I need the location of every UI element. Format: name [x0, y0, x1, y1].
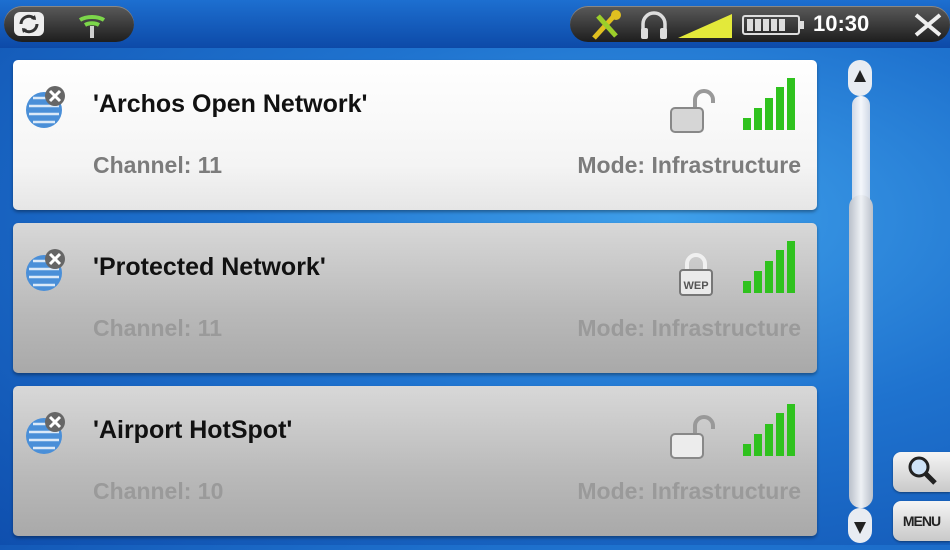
network-row-archos-open[interactable]: 'Archos Open Network' Channel: 11 Mode: …	[13, 60, 817, 210]
network-name: 'Protected Network'	[93, 253, 326, 281]
menu-label: MENU	[902, 513, 941, 529]
battery-icon	[742, 12, 806, 38]
network-mode: Mode: Infrastructure	[577, 478, 801, 504]
network-channel: Channel: 11	[93, 315, 223, 341]
search-icon	[905, 454, 939, 491]
network-channel: Channel: 10	[93, 478, 224, 504]
signal-strength-icon	[741, 402, 797, 458]
network-list: 'Archos Open Network' Channel: 11 Mode: …	[13, 60, 817, 549]
status-bar: 10:30	[0, 0, 950, 48]
network-mode: Mode: Infrastructure	[577, 152, 801, 178]
sync-icon[interactable]	[12, 10, 46, 38]
scrollbar-thumb[interactable]	[849, 195, 873, 508]
settings-tools-icon[interactable]	[588, 8, 626, 42]
signal-strength-icon	[741, 76, 797, 132]
headphones-icon	[638, 8, 670, 42]
network-disconnected-icon	[23, 410, 69, 456]
unlocked-padlock-icon	[669, 88, 719, 134]
scroll-up-button[interactable]	[845, 58, 875, 98]
network-disconnected-icon	[23, 84, 69, 130]
wep-label: WEP	[683, 280, 708, 292]
network-name: 'Archos Open Network'	[93, 90, 368, 118]
search-button[interactable]	[893, 452, 950, 492]
network-row-protected[interactable]: 'Protected Network' Channel: 11 Mode: In…	[13, 223, 817, 373]
scroll-down-button[interactable]	[845, 508, 875, 545]
network-channel: Channel: 11	[93, 152, 223, 178]
status-clock: 10:30	[813, 11, 870, 36]
network-name: 'Airport HotSpot'	[93, 416, 293, 444]
signal-strength-icon	[741, 239, 797, 295]
wifi-hotspot-icon[interactable]	[72, 8, 112, 40]
network-disconnected-icon	[23, 247, 69, 293]
wep-lock-icon: WEP	[677, 251, 727, 297]
close-icon[interactable]	[912, 11, 944, 39]
unlocked-padlock-icon	[669, 414, 719, 460]
network-row-airport-hotspot[interactable]: 'Airport HotSpot' Channel: 10 Mode: Infr…	[13, 386, 817, 536]
menu-button[interactable]: MENU	[893, 501, 950, 541]
volume-icon[interactable]	[676, 10, 734, 40]
network-mode: Mode: Infrastructure	[577, 315, 801, 341]
